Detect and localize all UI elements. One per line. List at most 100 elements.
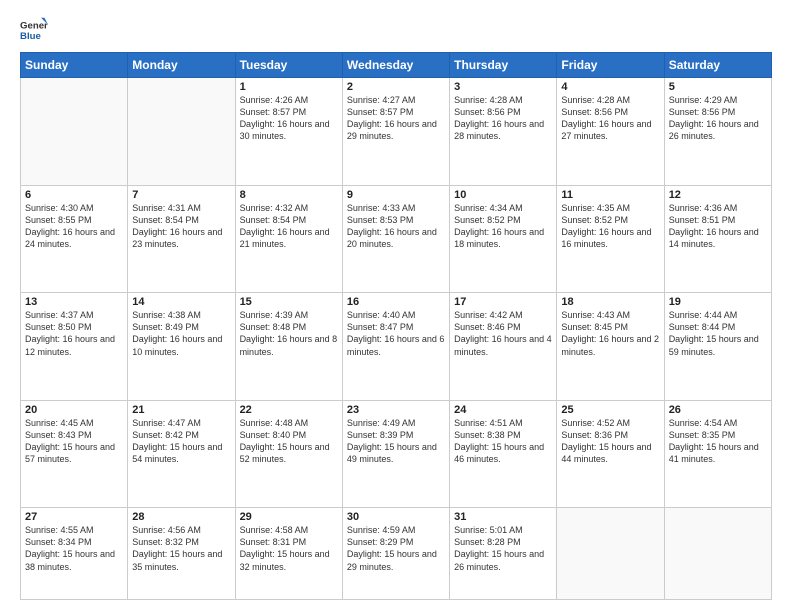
day-number: 7 xyxy=(132,189,230,201)
day-number: 26 xyxy=(669,404,767,416)
calendar-cell: 19Sunrise: 4:44 AM Sunset: 8:44 PM Dayli… xyxy=(664,293,771,401)
day-number: 13 xyxy=(25,296,123,308)
calendar-table: SundayMondayTuesdayWednesdayThursdayFrid… xyxy=(20,52,772,600)
calendar-cell: 14Sunrise: 4:38 AM Sunset: 8:49 PM Dayli… xyxy=(128,293,235,401)
calendar-week-5: 27Sunrise: 4:55 AM Sunset: 8:34 PM Dayli… xyxy=(21,508,772,600)
calendar-cell: 29Sunrise: 4:58 AM Sunset: 8:31 PM Dayli… xyxy=(235,508,342,600)
calendar-cell: 27Sunrise: 4:55 AM Sunset: 8:34 PM Dayli… xyxy=(21,508,128,600)
calendar-cell: 5Sunrise: 4:29 AM Sunset: 8:56 PM Daylig… xyxy=(664,78,771,186)
calendar-cell: 10Sunrise: 4:34 AM Sunset: 8:52 PM Dayli… xyxy=(450,185,557,293)
day-info: Sunrise: 4:54 AM Sunset: 8:35 PM Dayligh… xyxy=(669,417,767,466)
calendar-cell: 11Sunrise: 4:35 AM Sunset: 8:52 PM Dayli… xyxy=(557,185,664,293)
day-number: 5 xyxy=(669,81,767,93)
day-info: Sunrise: 4:48 AM Sunset: 8:40 PM Dayligh… xyxy=(240,417,338,466)
calendar-week-1: 1Sunrise: 4:26 AM Sunset: 8:57 PM Daylig… xyxy=(21,78,772,186)
day-info: Sunrise: 4:52 AM Sunset: 8:36 PM Dayligh… xyxy=(561,417,659,466)
calendar-week-2: 6Sunrise: 4:30 AM Sunset: 8:55 PM Daylig… xyxy=(21,185,772,293)
calendar-cell xyxy=(21,78,128,186)
calendar-cell: 15Sunrise: 4:39 AM Sunset: 8:48 PM Dayli… xyxy=(235,293,342,401)
calendar-header-sunday: Sunday xyxy=(21,53,128,78)
calendar-week-3: 13Sunrise: 4:37 AM Sunset: 8:50 PM Dayli… xyxy=(21,293,772,401)
day-number: 2 xyxy=(347,81,445,93)
day-number: 18 xyxy=(561,296,659,308)
calendar-cell: 3Sunrise: 4:28 AM Sunset: 8:56 PM Daylig… xyxy=(450,78,557,186)
day-number: 31 xyxy=(454,511,552,523)
day-number: 10 xyxy=(454,189,552,201)
day-info: Sunrise: 4:39 AM Sunset: 8:48 PM Dayligh… xyxy=(240,309,338,358)
day-number: 11 xyxy=(561,189,659,201)
calendar-header-friday: Friday xyxy=(557,53,664,78)
day-info: Sunrise: 4:51 AM Sunset: 8:38 PM Dayligh… xyxy=(454,417,552,466)
day-info: Sunrise: 4:35 AM Sunset: 8:52 PM Dayligh… xyxy=(561,202,659,251)
day-number: 24 xyxy=(454,404,552,416)
calendar-cell xyxy=(557,508,664,600)
day-number: 9 xyxy=(347,189,445,201)
calendar-cell: 25Sunrise: 4:52 AM Sunset: 8:36 PM Dayli… xyxy=(557,400,664,508)
calendar-cell: 17Sunrise: 4:42 AM Sunset: 8:46 PM Dayli… xyxy=(450,293,557,401)
day-number: 12 xyxy=(669,189,767,201)
calendar-cell: 30Sunrise: 4:59 AM Sunset: 8:29 PM Dayli… xyxy=(342,508,449,600)
calendar-header-wednesday: Wednesday xyxy=(342,53,449,78)
calendar-cell: 20Sunrise: 4:45 AM Sunset: 8:43 PM Dayli… xyxy=(21,400,128,508)
calendar-header-saturday: Saturday xyxy=(664,53,771,78)
day-info: Sunrise: 4:45 AM Sunset: 8:43 PM Dayligh… xyxy=(25,417,123,466)
day-number: 27 xyxy=(25,511,123,523)
calendar-cell: 4Sunrise: 4:28 AM Sunset: 8:56 PM Daylig… xyxy=(557,78,664,186)
day-info: Sunrise: 4:56 AM Sunset: 8:32 PM Dayligh… xyxy=(132,524,230,573)
day-info: Sunrise: 5:01 AM Sunset: 8:28 PM Dayligh… xyxy=(454,524,552,573)
calendar-cell: 7Sunrise: 4:31 AM Sunset: 8:54 PM Daylig… xyxy=(128,185,235,293)
calendar-cell xyxy=(128,78,235,186)
calendar-cell: 6Sunrise: 4:30 AM Sunset: 8:55 PM Daylig… xyxy=(21,185,128,293)
day-number: 22 xyxy=(240,404,338,416)
calendar-header-row: SundayMondayTuesdayWednesdayThursdayFrid… xyxy=(21,53,772,78)
day-info: Sunrise: 4:28 AM Sunset: 8:56 PM Dayligh… xyxy=(454,94,552,143)
day-number: 8 xyxy=(240,189,338,201)
day-number: 30 xyxy=(347,511,445,523)
day-number: 6 xyxy=(25,189,123,201)
day-info: Sunrise: 4:31 AM Sunset: 8:54 PM Dayligh… xyxy=(132,202,230,251)
day-info: Sunrise: 4:47 AM Sunset: 8:42 PM Dayligh… xyxy=(132,417,230,466)
calendar-cell: 13Sunrise: 4:37 AM Sunset: 8:50 PM Dayli… xyxy=(21,293,128,401)
day-info: Sunrise: 4:55 AM Sunset: 8:34 PM Dayligh… xyxy=(25,524,123,573)
calendar-cell: 12Sunrise: 4:36 AM Sunset: 8:51 PM Dayli… xyxy=(664,185,771,293)
day-info: Sunrise: 4:26 AM Sunset: 8:57 PM Dayligh… xyxy=(240,94,338,143)
day-number: 19 xyxy=(669,296,767,308)
day-info: Sunrise: 4:29 AM Sunset: 8:56 PM Dayligh… xyxy=(669,94,767,143)
day-number: 4 xyxy=(561,81,659,93)
generalblue-logo-icon: General Blue xyxy=(20,16,48,44)
calendar-header-monday: Monday xyxy=(128,53,235,78)
day-info: Sunrise: 4:59 AM Sunset: 8:29 PM Dayligh… xyxy=(347,524,445,573)
calendar-cell: 26Sunrise: 4:54 AM Sunset: 8:35 PM Dayli… xyxy=(664,400,771,508)
day-info: Sunrise: 4:36 AM Sunset: 8:51 PM Dayligh… xyxy=(669,202,767,251)
day-number: 15 xyxy=(240,296,338,308)
calendar-cell: 16Sunrise: 4:40 AM Sunset: 8:47 PM Dayli… xyxy=(342,293,449,401)
day-number: 16 xyxy=(347,296,445,308)
calendar-cell: 23Sunrise: 4:49 AM Sunset: 8:39 PM Dayli… xyxy=(342,400,449,508)
day-info: Sunrise: 4:28 AM Sunset: 8:56 PM Dayligh… xyxy=(561,94,659,143)
calendar-cell: 2Sunrise: 4:27 AM Sunset: 8:57 PM Daylig… xyxy=(342,78,449,186)
logo: General Blue xyxy=(20,16,48,44)
header: General Blue xyxy=(20,16,772,44)
calendar-cell: 24Sunrise: 4:51 AM Sunset: 8:38 PM Dayli… xyxy=(450,400,557,508)
day-info: Sunrise: 4:33 AM Sunset: 8:53 PM Dayligh… xyxy=(347,202,445,251)
day-info: Sunrise: 4:34 AM Sunset: 8:52 PM Dayligh… xyxy=(454,202,552,251)
day-number: 23 xyxy=(347,404,445,416)
calendar-cell: 8Sunrise: 4:32 AM Sunset: 8:54 PM Daylig… xyxy=(235,185,342,293)
calendar-cell: 31Sunrise: 5:01 AM Sunset: 8:28 PM Dayli… xyxy=(450,508,557,600)
day-number: 14 xyxy=(132,296,230,308)
calendar-header-tuesday: Tuesday xyxy=(235,53,342,78)
day-info: Sunrise: 4:43 AM Sunset: 8:45 PM Dayligh… xyxy=(561,309,659,358)
svg-text:General: General xyxy=(20,20,48,31)
calendar-week-4: 20Sunrise: 4:45 AM Sunset: 8:43 PM Dayli… xyxy=(21,400,772,508)
day-number: 3 xyxy=(454,81,552,93)
day-number: 29 xyxy=(240,511,338,523)
day-number: 20 xyxy=(25,404,123,416)
calendar-cell xyxy=(664,508,771,600)
day-number: 21 xyxy=(132,404,230,416)
day-info: Sunrise: 4:40 AM Sunset: 8:47 PM Dayligh… xyxy=(347,309,445,358)
calendar-cell: 18Sunrise: 4:43 AM Sunset: 8:45 PM Dayli… xyxy=(557,293,664,401)
day-number: 25 xyxy=(561,404,659,416)
day-info: Sunrise: 4:38 AM Sunset: 8:49 PM Dayligh… xyxy=(132,309,230,358)
day-number: 17 xyxy=(454,296,552,308)
day-info: Sunrise: 4:42 AM Sunset: 8:46 PM Dayligh… xyxy=(454,309,552,358)
